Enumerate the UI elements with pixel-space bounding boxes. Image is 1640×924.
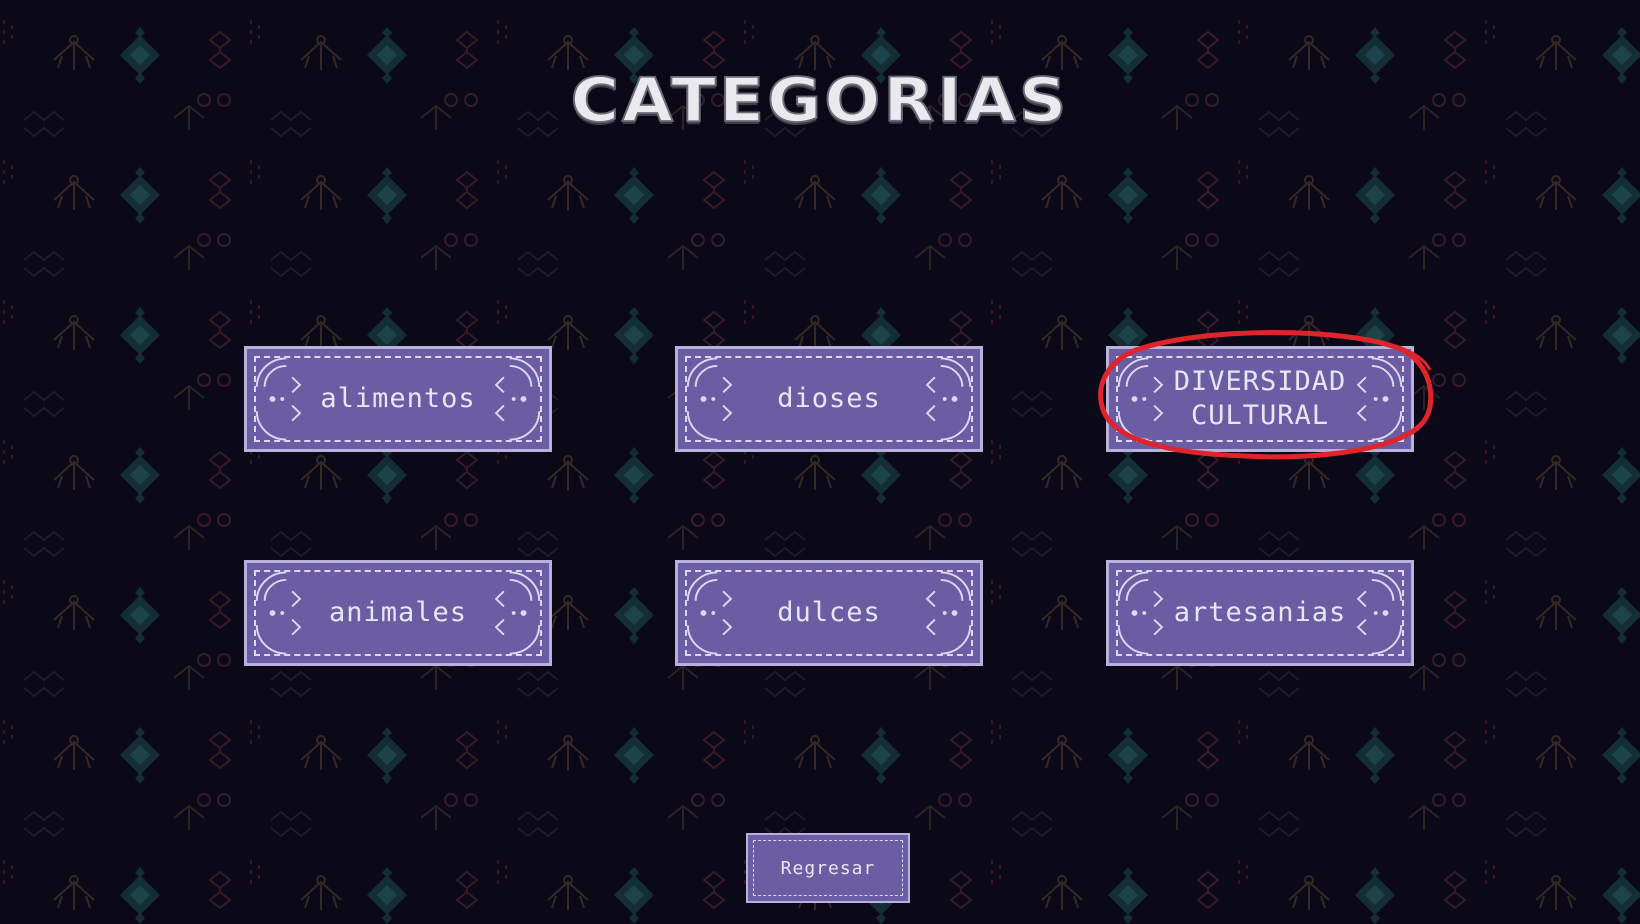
category-screen: CATEGORIAS alimentos dioses DIVERSIDAD C… — [0, 0, 1640, 924]
category-label: artesanias — [1173, 597, 1347, 628]
category-label: animales — [328, 597, 468, 628]
category-button-animales[interactable]: animales — [244, 560, 552, 666]
category-button-alimentos[interactable]: alimentos — [244, 346, 552, 452]
background-pattern — [0, 0, 1640, 924]
back-button-label: Regresar — [780, 857, 876, 879]
category-label: alimentos — [320, 383, 476, 414]
page-title: CATEGORIAS — [570, 64, 1070, 137]
category-button-dioses[interactable]: dioses — [675, 346, 983, 452]
category-button-artesanias[interactable]: artesanias — [1106, 560, 1414, 666]
back-button[interactable]: Regresar — [746, 833, 910, 903]
category-label: dioses — [777, 383, 881, 414]
category-button-dulces[interactable]: dulces — [675, 560, 983, 666]
category-button-diversidad-cultural[interactable]: DIVERSIDAD CULTURAL — [1106, 346, 1414, 452]
category-label: DIVERSIDAD CULTURAL — [1173, 366, 1347, 431]
category-label: dulces — [777, 597, 881, 628]
